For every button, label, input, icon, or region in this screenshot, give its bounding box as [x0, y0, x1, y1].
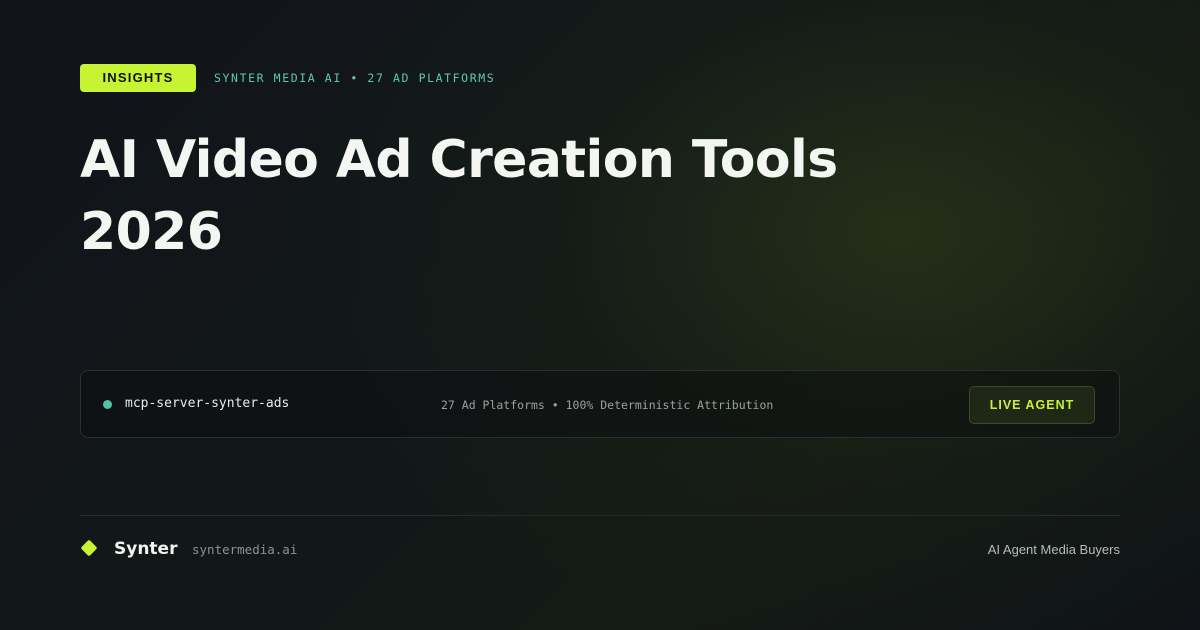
live-agent-button[interactable]: LIVE AGENT [969, 386, 1095, 424]
brand-name[interactable]: Synter [114, 538, 177, 560]
footer-tagline: AI Agent Media Buyers [987, 542, 1120, 557]
server-name: mcp-server-synter-ads [125, 396, 290, 411]
footer-divider [80, 515, 1120, 516]
page-title-line-2: 2026 [80, 202, 223, 262]
page-title-line-1: AI Video Ad Creation Tools [80, 130, 838, 190]
diamond-logo-icon [81, 540, 97, 556]
page-title: AI Video Ad Creation Tools 2026 [80, 124, 840, 268]
server-card: mcp-server-synter-ads 27 Ad Platforms • … [80, 370, 1120, 438]
og-card: INSIGHTS SYNTER MEDIA AI • 27 AD PLATFOR… [0, 0, 1200, 630]
insights-badge: INSIGHTS [80, 64, 196, 92]
status-dot-icon [103, 400, 112, 409]
server-stats: 27 Ad Platforms • 100% Deterministic Att… [441, 398, 774, 412]
domain-link[interactable]: syntermedia.ai [192, 542, 297, 558]
meta-line: SYNTER MEDIA AI • 27 AD PLATFORMS [214, 71, 496, 85]
